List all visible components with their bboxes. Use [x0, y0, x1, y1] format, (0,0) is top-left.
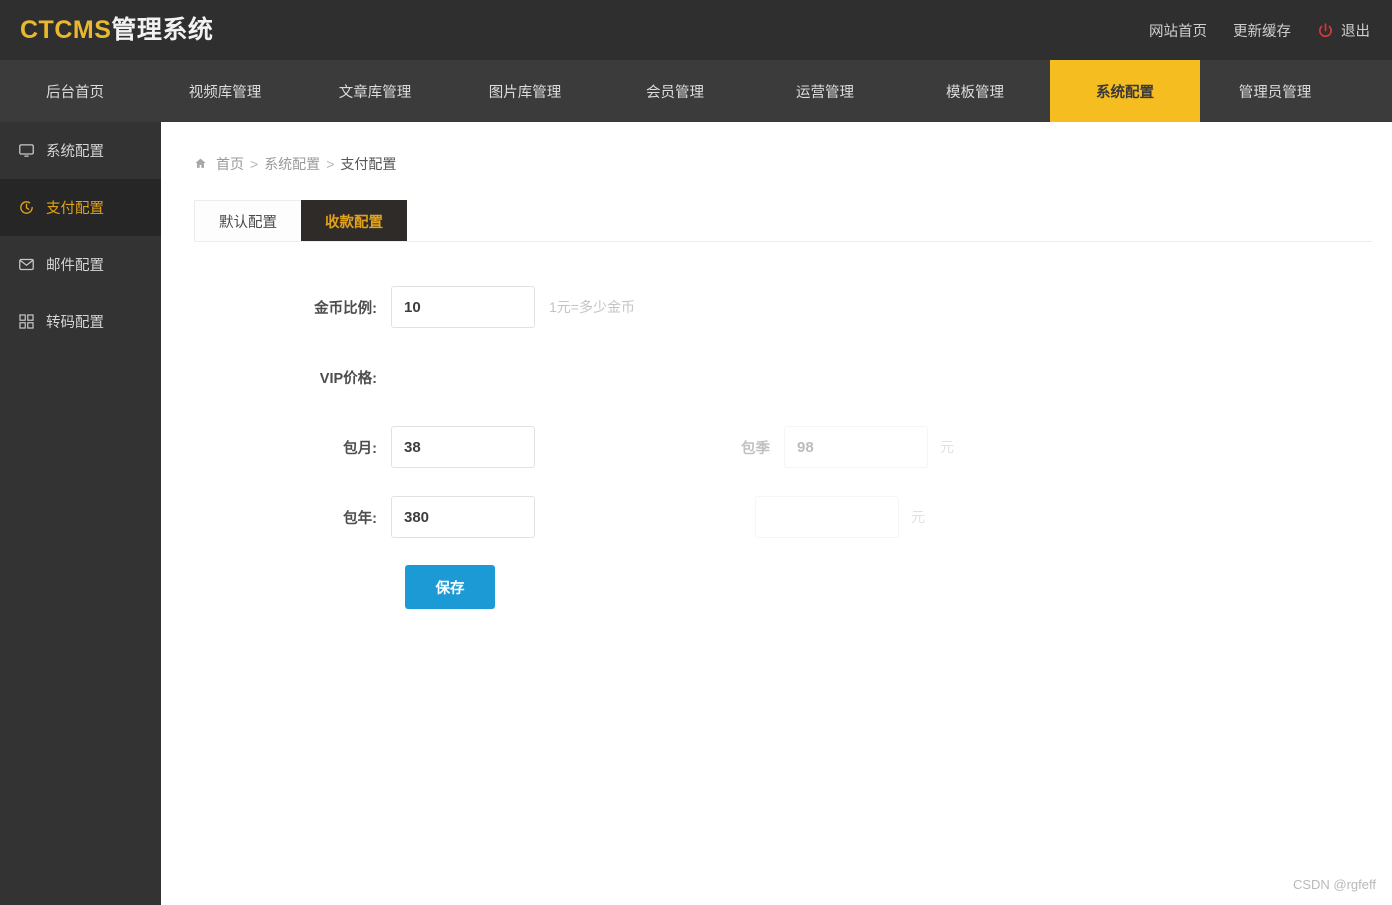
tab-label: 默认配置: [219, 211, 277, 232]
payment-config-form: 金币比例: 1元=多少金币 VIP价格: 包月: 包季 元 包年:: [161, 284, 1392, 610]
logo-text: 管理系统: [111, 16, 213, 44]
sidebar-item-label: 系统配置: [46, 140, 104, 161]
nav-item-9-truncated[interactable]: 数: [1350, 60, 1392, 122]
yearly-label: 包年:: [161, 507, 391, 528]
nav-label: 后台首页: [46, 81, 104, 102]
update-cache-link[interactable]: 更新缓存: [1233, 20, 1291, 41]
nav-label: 运营管理: [796, 81, 854, 102]
nav-item-4[interactable]: 会员管理: [600, 60, 750, 122]
logo-mark: CTCMS: [20, 16, 111, 44]
logout-button[interactable]: 退出: [1317, 20, 1370, 41]
sidebar-item-mail-config[interactable]: 邮件配置: [0, 236, 161, 293]
breadcrumb-separator: >: [326, 156, 334, 172]
form-actions: 保存: [161, 564, 1392, 610]
config-tabs: 默认配置 收款配置: [194, 200, 1392, 242]
coin-ratio-input[interactable]: [391, 286, 535, 328]
nav-item-system-config[interactable]: 系统配置: [1050, 60, 1200, 122]
sidebar-item-system-config[interactable]: 系统配置: [0, 122, 161, 179]
yearly-secondary-input[interactable]: [755, 496, 899, 538]
blur-artifact: [861, 669, 1011, 739]
tab-label: 收款配置: [325, 211, 383, 232]
tab-underline: [194, 241, 1372, 242]
sidebar-item-label: 邮件配置: [46, 254, 104, 275]
vip-price-label: VIP价格:: [161, 367, 391, 388]
grid-icon: [17, 313, 35, 331]
power-icon: [1317, 22, 1334, 39]
nav-label: 文章库管理: [339, 81, 412, 102]
nav-label: 会员管理: [646, 81, 704, 102]
nav-item-0[interactable]: 后台首页: [0, 60, 150, 122]
sidebar-item-payment-config[interactable]: 支付配置: [0, 179, 161, 236]
main-nav: 后台首页 视频库管理 文章库管理 图片库管理 会员管理 运营管理 模板管理 系统…: [0, 60, 1392, 122]
yearly-unit-suffix: 元: [911, 507, 925, 527]
nav-label: 系统配置: [1096, 81, 1154, 102]
nav-item-3[interactable]: 图片库管理: [450, 60, 600, 122]
monitor-icon: [17, 142, 35, 160]
logout-label: 退出: [1341, 20, 1370, 41]
coin-ratio-hint: 1元=多少金币: [549, 297, 635, 317]
tab-default-config[interactable]: 默认配置: [194, 200, 301, 242]
form-row-monthly: 包月: 包季 元: [161, 424, 1392, 470]
top-bar: CTCMS管理系统 网站首页 更新缓存 退出: [0, 0, 1392, 60]
nav-item-6[interactable]: 模板管理: [900, 60, 1050, 122]
yearly-price-input[interactable]: [391, 496, 535, 538]
nav-item-1[interactable]: 视频库管理: [150, 60, 300, 122]
nav-label: 图片库管理: [489, 81, 562, 102]
top-bar-actions: 网站首页 更新缓存 退出: [1149, 20, 1370, 41]
sidebar: 系统配置 支付配置 邮件配置: [0, 122, 161, 905]
nav-label: 视频库管理: [189, 81, 262, 102]
nav-label: 管理员管理: [1239, 81, 1312, 102]
form-row-yearly: 包年: 元: [161, 494, 1392, 540]
coin-ratio-label: 金币比例:: [161, 297, 391, 318]
watermark: CSDN @rgfeff: [1293, 877, 1376, 892]
form-row-vip-price-heading: VIP价格:: [161, 354, 1392, 400]
tab-payment-receive-config[interactable]: 收款配置: [301, 200, 407, 242]
admin-page: CTCMS管理系统 网站首页 更新缓存 退出 后台首页 视频库管理 文章库管理 …: [0, 0, 1392, 905]
payment-circle-icon: [17, 199, 35, 217]
breadcrumb-item-home[interactable]: 首页: [216, 154, 244, 174]
breadcrumb-separator: >: [250, 156, 258, 172]
site-home-link[interactable]: 网站首页: [1149, 20, 1207, 41]
quarterly-unit-suffix: 元: [940, 437, 954, 457]
sidebar-item-label: 支付配置: [46, 197, 104, 218]
quarterly-price-input[interactable]: [784, 426, 928, 468]
breadcrumb-item-system-config[interactable]: 系统配置: [264, 154, 320, 174]
monthly-label: 包月:: [161, 437, 391, 458]
form-row-coin-ratio: 金币比例: 1元=多少金币: [161, 284, 1392, 330]
sidebar-item-label: 转码配置: [46, 311, 104, 332]
nav-item-2[interactable]: 文章库管理: [300, 60, 450, 122]
monthly-secondary-group: 包季 元: [741, 426, 954, 468]
sidebar-item-transcode-config[interactable]: 转码配置: [0, 293, 161, 350]
yearly-secondary-group: 元: [741, 496, 925, 538]
quarterly-label: 包季: [741, 437, 770, 458]
save-button[interactable]: 保存: [405, 565, 495, 609]
nav-item-8[interactable]: 管理员管理: [1200, 60, 1350, 122]
app-logo[interactable]: CTCMS管理系统: [20, 18, 213, 43]
content-area: 首页 > 系统配置 > 支付配置 默认配置 收款配置 金币比例: 1元=多少金币…: [161, 122, 1392, 905]
monthly-price-input[interactable]: [391, 426, 535, 468]
nav-label: 模板管理: [946, 81, 1004, 102]
home-icon: [194, 157, 208, 171]
breadcrumb: 首页 > 系统配置 > 支付配置: [194, 154, 1392, 174]
envelope-icon: [17, 256, 35, 274]
breadcrumb-item-payment-config: 支付配置: [340, 154, 396, 174]
nav-item-5[interactable]: 运营管理: [750, 60, 900, 122]
